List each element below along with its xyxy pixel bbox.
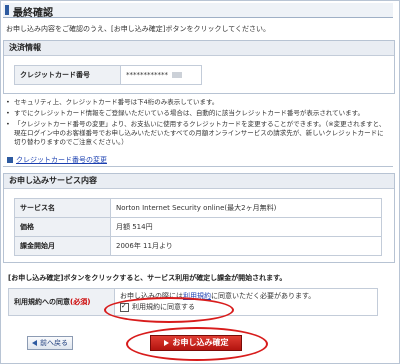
payment-notes: セキュリティ上、クレジットカード番号は下4桁のみ表示しています。 すでにクレジッ… <box>5 98 390 149</box>
back-arrow-icon <box>32 340 37 346</box>
table-row: 課金開始月 2006年 11月より <box>14 236 382 256</box>
change-card-link[interactable]: クレジットカード番号の変更 <box>7 155 107 165</box>
intro-text: お申し込み内容をご確認のうえ、[お申し込み確定]ボタンをクリックしてください。 <box>6 25 271 33</box>
note-item: セキュリティ上、クレジットカード番号は下4桁のみ表示しています。 <box>5 98 390 107</box>
page-header: 最終確認 <box>3 3 393 19</box>
agreement-text-post: に同意いただく必要があります。 <box>211 292 316 300</box>
card-label: クレジットカード番号 <box>14 65 121 85</box>
service-section: お申し込みサービス内容 サービス名 Norton Internet Securi… <box>3 173 395 263</box>
note-item: すでにクレジットカード情報をご登録いただいている場合は、自動的に該当クレジットカ… <box>5 109 390 118</box>
payment-heading: 決済情報 <box>4 41 394 56</box>
card-value-cell: ************ <box>120 65 202 85</box>
service-table: サービス名 Norton Internet Security online(最大… <box>14 198 382 256</box>
billing-start-label: 課金開始月 <box>14 236 111 256</box>
service-heading: お申し込みサービス内容 <box>4 174 394 189</box>
arrow-icon <box>7 157 13 163</box>
note-item: 「クレジットカード番号の変更」より、お支払いに使用するクレジットカードを変更する… <box>5 120 390 147</box>
price-label: 価格 <box>14 217 111 237</box>
billing-start-value: 2006年 11月より <box>110 236 382 256</box>
table-row: 価格 月額 514円 <box>14 217 382 237</box>
change-card-link-label[interactable]: クレジットカード番号の変更 <box>16 156 107 164</box>
highlight-oval-checkbox <box>104 297 234 323</box>
agreement-label: 利用規約への同意 <box>14 298 70 306</box>
back-button-label[interactable]: 前へ戻る <box>40 339 68 347</box>
price-value: 月額 514円 <box>110 217 382 237</box>
payment-section: 決済情報 クレジットカード番号 ************ <box>3 40 395 94</box>
header-bar-icon <box>5 5 9 15</box>
page-title: 最終確認 <box>13 8 53 19</box>
agreement-label-cell: 利用規約への同意(必須) <box>8 288 115 316</box>
highlight-oval-confirm <box>126 327 268 361</box>
service-name-label: サービス名 <box>14 198 111 218</box>
back-button[interactable]: 前へ戻る <box>27 336 73 350</box>
confirm-notice: [お申し込み確定]ボタンをクリックすると、サービス利用が確定し課金が開始されます… <box>8 274 287 282</box>
table-row: サービス名 Norton Internet Security online(最大… <box>14 198 382 218</box>
divider <box>3 166 393 167</box>
card-value: ************ <box>126 71 168 79</box>
payment-table: クレジットカード番号 ************ <box>14 65 202 85</box>
service-name-value: Norton Internet Security online(最大2ヶ月無料) <box>110 198 382 218</box>
card-last4-obscured <box>172 72 183 78</box>
required-mark: (必須) <box>70 298 91 306</box>
